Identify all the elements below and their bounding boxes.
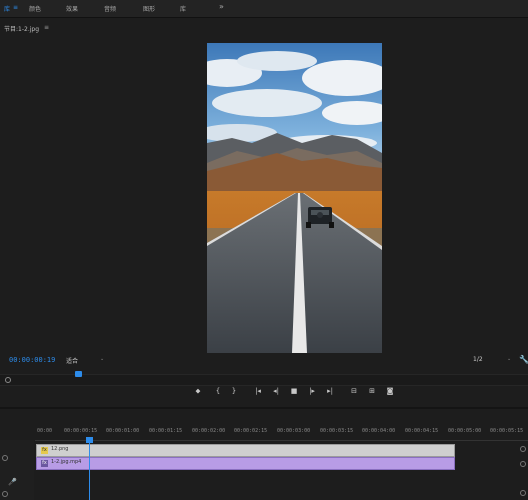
menu-item-effects[interactable]: 效果 [66,4,78,13]
mark-in-icon[interactable]: { [212,387,224,395]
program-video-frame [207,43,382,353]
ruler-tick-line [35,436,528,441]
monitor-playhead[interactable] [75,371,82,377]
go-to-out-icon[interactable]: ▸| [324,387,336,395]
lift-icon[interactable]: ⊟ [348,387,360,395]
stop-icon[interactable]: ■ [288,387,300,395]
menu-item-color[interactable]: 颜色 [29,4,41,13]
track-toggle[interactable] [2,491,8,497]
menu-item-graphics[interactable]: 图形 [143,4,155,13]
extract-icon[interactable]: ⊞ [366,387,378,395]
clip-name: 12.png [51,446,69,452]
scroll-zoom-handle[interactable] [520,461,526,467]
step-back-icon[interactable]: ◂| [270,387,282,395]
ruler-label: 00:00:02:00 [192,428,226,434]
ruler-label: 00:00:04:15 [405,428,439,434]
ruler-label: 00:00:05:15 [490,428,524,434]
scrub-zoom-handle[interactable] [5,377,11,383]
ruler-label: 00:00:00:15 [64,428,98,434]
clip-image[interactable]: fx 12.png [36,444,455,457]
scroll-zoom-handle[interactable] [520,490,526,496]
chevron-down-icon: ⌄ [507,356,512,362]
ruler-label: 00:00:03:15 [320,428,354,434]
road-scene-image [207,43,382,353]
marker-icon[interactable]: ⬥ [192,387,204,396]
menu-item-libraries[interactable]: 库 [180,4,186,13]
clip-name: 1-2.jpg.mp4 [51,459,82,465]
ruler-label: 00:00:03:00 [277,428,311,434]
ruler-label: 00:00:02:15 [234,428,268,434]
menu-item-library[interactable]: 库 [4,4,10,13]
ruler-label: 00:00:05:00 [448,428,482,434]
track-toggle[interactable] [2,455,8,461]
fx-icon: fx [41,460,48,467]
playback-resolution-select[interactable]: 1/2 ⌄ [473,356,515,365]
workspace-menubar: 库 ≡ 颜色 效果 音频 图形 库 » [0,0,528,18]
chevron-down-icon: ⌄ [100,356,105,362]
zoom-fit-select[interactable]: 适合 ⌄ [66,356,106,365]
zoom-fit-value: 适合 [66,358,79,365]
go-to-in-icon[interactable]: |◂ [252,387,264,395]
step-forward-icon[interactable]: |▸ [306,387,318,395]
fx-icon: fx [41,447,48,454]
wrench-icon[interactable]: 🔧 [519,355,528,364]
transport-controls: ⬥ { } |◂ ◂| ■ |▸ ▸| ⊟ ⊞ ◙ [190,386,400,400]
ruler-label: 00:00:01:15 [149,428,183,434]
playhead-timecode[interactable]: 00:00:00:19 [9,356,55,364]
clip-video[interactable]: fx 1-2.jpg.mp4 [36,457,455,470]
menu-item-audio[interactable]: 音频 [104,4,116,13]
panel-divider[interactable] [0,407,528,409]
microphone-icon[interactable]: 🎤 [8,478,17,486]
ruler-label: 00:00 [37,428,53,434]
scroll-zoom-handle[interactable] [520,446,526,452]
export-frame-icon[interactable]: ◙ [384,387,396,395]
mark-out-icon[interactable]: } [228,387,240,395]
ruler-label: 00:00:01:00 [106,428,140,434]
timeline-playhead-line [89,440,90,500]
track-headers: 🎤 [0,440,34,500]
ruler-label: 00:00:04:00 [362,428,396,434]
panel-menu-icon[interactable]: ≡ [44,24,49,31]
program-monitor-title[interactable]: 节目:1-2.jpg [4,24,39,33]
menu-overflow-icon[interactable]: » [219,2,224,11]
playback-resolution-value: 1/2 [473,356,483,363]
menu-item-options[interactable]: ≡ [13,4,18,11]
